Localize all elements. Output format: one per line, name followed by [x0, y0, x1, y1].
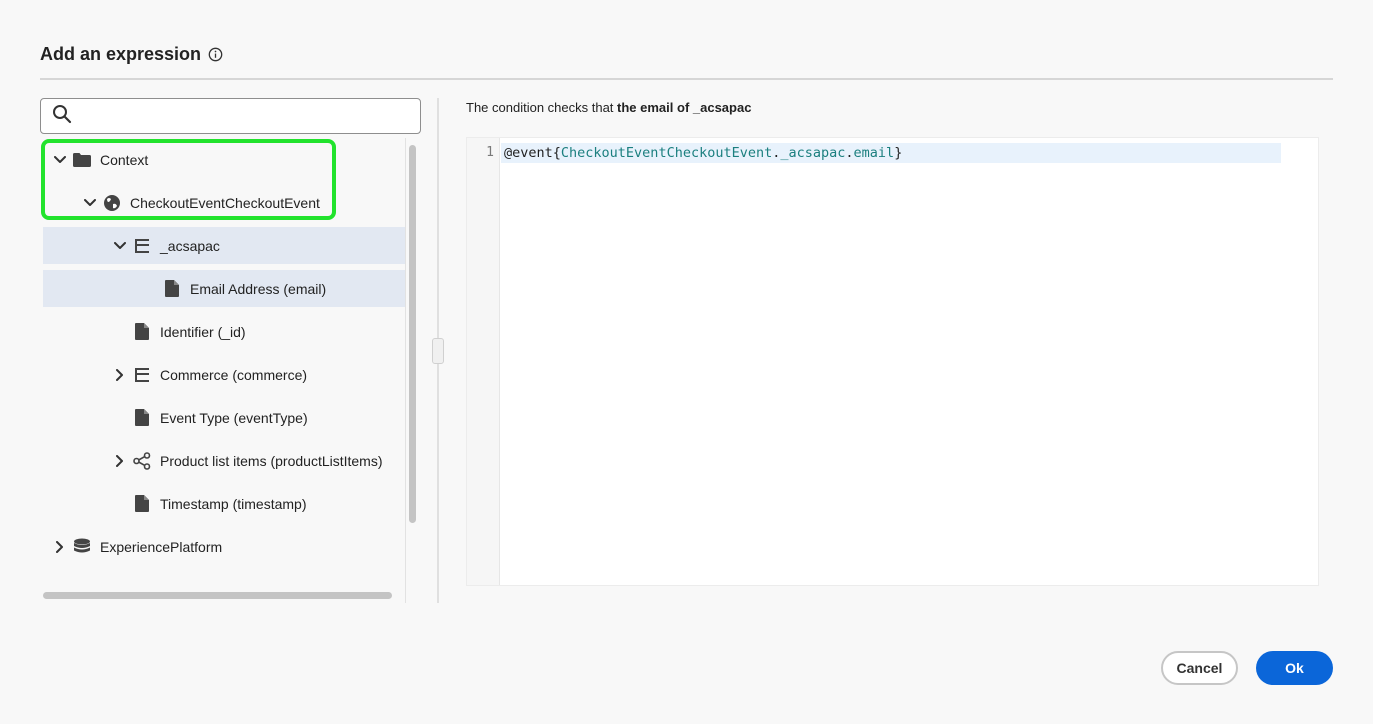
- chevron-right-icon[interactable]: [53, 540, 67, 554]
- object-icon: [132, 365, 152, 385]
- cancel-button[interactable]: Cancel: [1161, 651, 1238, 685]
- tree-row[interactable]: CheckoutEventCheckoutEvent: [43, 184, 405, 221]
- code-token: _acsapac: [780, 145, 846, 161]
- file-icon: [162, 279, 182, 299]
- chevron-down-icon[interactable]: [113, 239, 127, 253]
- tree-row[interactable]: Event Type (eventType): [43, 399, 405, 436]
- chevron-right-icon[interactable]: [113, 368, 127, 382]
- tree-row[interactable]: _acsapac: [43, 227, 405, 264]
- info-icon[interactable]: [207, 46, 223, 62]
- tree-vertical-scrollbar[interactable]: [409, 145, 416, 523]
- code-line[interactable]: @event{CheckoutEventCheckoutEvent._acsap…: [501, 143, 1281, 163]
- splitter-handle[interactable]: [432, 338, 444, 364]
- tree-row[interactable]: Timestamp (timestamp): [43, 485, 405, 522]
- condition-prefix: The condition checks that: [466, 100, 618, 115]
- code-token: @event{: [504, 145, 561, 161]
- tree-row-label: Product list items (productListItems): [160, 452, 383, 469]
- tree-horizontal-scrollbar[interactable]: [43, 592, 392, 599]
- tree-row-label: CheckoutEventCheckoutEvent: [130, 194, 320, 211]
- dialog-header: Add an expression: [40, 40, 223, 68]
- tree-row[interactable]: Commerce (commerce): [43, 356, 405, 393]
- file-icon: [132, 494, 152, 514]
- tree-row-label: Identifier (_id): [160, 323, 246, 340]
- line-number: 1: [486, 145, 494, 160]
- file-icon: [132, 322, 152, 342]
- search-icon: [52, 104, 72, 129]
- tree-row[interactable]: Context: [43, 141, 405, 178]
- expression-editor[interactable]: 1 @event{CheckoutEventCheckoutEvent._acs…: [466, 137, 1319, 586]
- code-token: email: [853, 145, 895, 161]
- folder-icon: [72, 150, 92, 170]
- chevron-down-icon[interactable]: [53, 153, 67, 167]
- editor-gutter: 1: [467, 138, 500, 585]
- tree-row[interactable]: ExperiencePlatform: [43, 528, 405, 565]
- chevron-right-icon[interactable]: [113, 454, 127, 468]
- share-icon: [132, 451, 152, 471]
- condition-bold: the email of _acsapac: [617, 100, 752, 115]
- object-icon: [132, 236, 152, 256]
- code-token: }: [894, 145, 903, 161]
- tree-row-label: Timestamp (timestamp): [160, 495, 307, 512]
- chevron-down-icon[interactable]: [83, 196, 97, 210]
- search-input[interactable]: [78, 101, 420, 131]
- field-tree: Context CheckoutEventCheckoutEvent _acsapa…: [43, 138, 405, 586]
- tree-row-label: Context: [100, 151, 149, 168]
- tree-row[interactable]: Email Address (email): [43, 270, 405, 307]
- tree-row-label: Commerce (commerce): [160, 366, 308, 383]
- tree-row-label: Event Type (eventType): [160, 409, 308, 426]
- search-box[interactable]: [40, 98, 421, 134]
- globe-icon: [102, 193, 122, 213]
- tree-row[interactable]: Identifier (_id): [43, 313, 405, 350]
- code-token: .: [845, 145, 854, 161]
- tree-row-label: _acsapac: [160, 237, 220, 254]
- header-divider: [40, 78, 1333, 80]
- ok-button[interactable]: Ok: [1256, 651, 1333, 685]
- database-icon: [72, 537, 92, 557]
- code-token: CheckoutEventCheckoutEvent: [560, 145, 773, 161]
- tree-row[interactable]: Product list items (productListItems): [43, 442, 405, 479]
- tree-row-label: ExperiencePlatform: [100, 538, 223, 555]
- tree-row-label: Email Address (email): [190, 280, 327, 297]
- dialog-title: Add an expression: [40, 43, 202, 64]
- file-icon: [132, 408, 152, 428]
- condition-description: The condition checks that the email of _…: [466, 100, 751, 115]
